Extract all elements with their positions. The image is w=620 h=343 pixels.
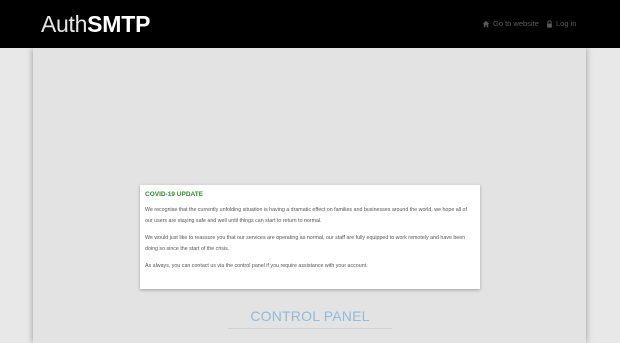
lock-icon: [546, 20, 553, 28]
notice-title: COVID-19 UPDATE: [145, 191, 204, 198]
notice-paragraph-1: We recognise that the currently unfoldin…: [145, 207, 467, 224]
logo-text-auth: Auth: [41, 11, 88, 37]
notice-paragraph-3: As always, you can contact us via the co…: [145, 263, 368, 269]
nav-link-home[interactable]: Go to website: [482, 17, 539, 31]
logo-text-smtp: SMTP: [87, 11, 151, 37]
nav-login-label: Log in: [556, 19, 577, 28]
control-panel-heading: CONTROL PANEL: [250, 308, 370, 324]
home-icon: [482, 20, 490, 28]
nav-home-label: Go to website: [493, 19, 539, 28]
authsmtp-logo[interactable]: AuthSMTP: [41, 10, 150, 38]
top-header: AuthSMTP Go to website Log in: [0, 0, 620, 48]
heading-divider: [228, 328, 392, 329]
covid-notice-box: COVID-19 UPDATE We recognise that the cu…: [140, 185, 480, 289]
nav-link-login[interactable]: Log in: [546, 17, 576, 31]
notice-paragraph-2: We would just like to reassure you that …: [145, 235, 466, 252]
